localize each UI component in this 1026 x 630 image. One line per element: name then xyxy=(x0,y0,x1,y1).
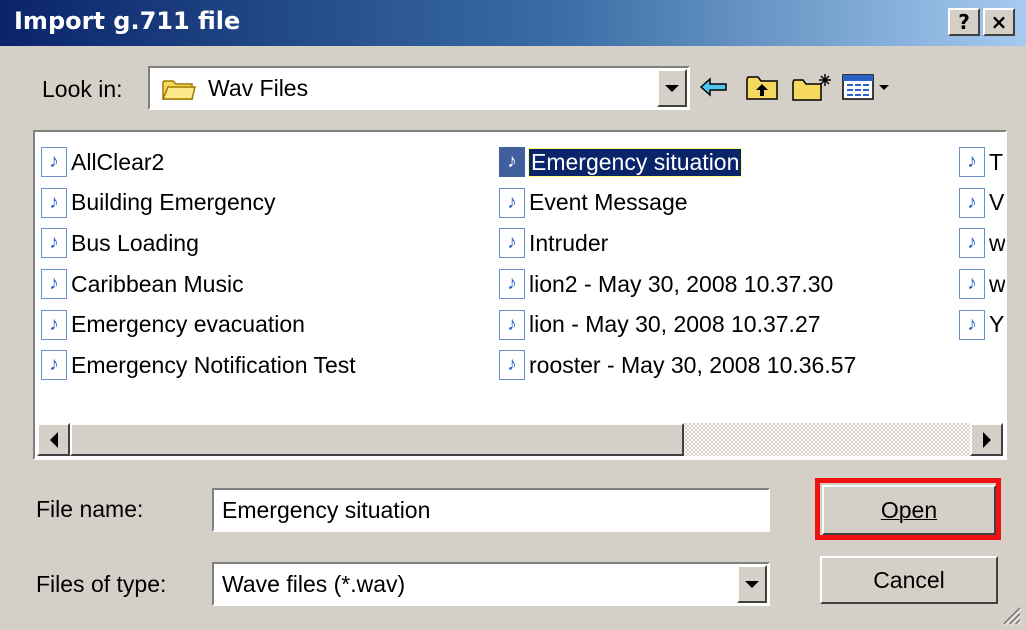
file-column-1: ♪ AllClear2 ♪ Building Emergency ♪ Bus Load… xyxy=(41,142,356,386)
close-button[interactable]: × xyxy=(983,8,1015,36)
back-button[interactable] xyxy=(694,70,734,104)
file-name: Emergency situation xyxy=(527,147,743,177)
files-of-type-dropdown[interactable]: Wave files (*.wav) xyxy=(212,562,770,606)
window-title: Import g.711 file xyxy=(14,7,241,35)
chevron-down-icon xyxy=(745,580,759,588)
scroll-left-button[interactable] xyxy=(37,423,70,456)
list-item[interactable]: ♪ Building Emergency xyxy=(41,183,356,224)
audio-file-icon: ♪ xyxy=(499,309,525,340)
new-folder-button[interactable] xyxy=(788,70,836,104)
open-button-highlight xyxy=(815,478,1001,540)
audio-file-icon: ♪ xyxy=(499,228,525,259)
look-in-value: Wav Files xyxy=(208,75,309,101)
audio-file-icon: ♪ xyxy=(41,350,67,381)
scroll-right-icon xyxy=(982,431,991,448)
file-name: Building Emergency xyxy=(71,189,276,216)
audio-file-icon: ♪ xyxy=(41,147,67,178)
file-name: rooster - May 30, 2008 10.36.57 xyxy=(529,351,857,378)
resize-grip-icon[interactable] xyxy=(1000,604,1022,626)
list-item[interactable]: ♪ Event Message xyxy=(499,183,856,224)
files-of-type-dropdown-button[interactable] xyxy=(737,565,767,603)
file-name: Y xyxy=(989,311,1005,338)
look-in-dropdown[interactable]: Wav Files xyxy=(148,66,690,110)
file-name: AllClear2 xyxy=(71,148,165,175)
list-item[interactable]: ♪ Y xyxy=(959,304,1005,345)
horizontal-scrollbar[interactable] xyxy=(37,423,1003,456)
audio-file-icon: ♪ xyxy=(41,228,67,259)
files-of-type-label: Files of type: xyxy=(36,571,167,597)
list-item[interactable]: ♪ Caribbean Music xyxy=(41,264,356,305)
audio-file-icon: ♪ xyxy=(959,187,985,218)
list-item[interactable]: ♪ AllClear2 xyxy=(41,142,356,183)
cancel-button-label: Cancel xyxy=(873,566,945,593)
help-icon: ? xyxy=(958,10,970,34)
list-item[interactable]: ♪ lion2 - May 30, 2008 10.37.30 xyxy=(499,264,856,305)
file-name: lion2 - May 30, 2008 10.37.30 xyxy=(529,270,834,297)
file-name-field[interactable]: Emergency situation xyxy=(212,488,770,532)
list-item[interactable]: ♪ Emergency evacuation xyxy=(41,304,356,345)
help-button[interactable]: ? xyxy=(948,8,980,36)
file-name: w xyxy=(989,229,1006,256)
file-name: Intruder xyxy=(529,229,609,256)
audio-file-icon: ♪ xyxy=(499,147,525,178)
scrollbar-thumb[interactable] xyxy=(70,423,684,456)
close-icon: × xyxy=(990,10,1008,34)
file-name: Bus Loading xyxy=(71,229,199,256)
list-item[interactable]: ♪ Intruder xyxy=(499,223,856,264)
audio-file-icon: ♪ xyxy=(959,147,985,178)
scroll-right-button[interactable] xyxy=(970,423,1003,456)
file-name: Emergency Notification Test xyxy=(71,351,356,378)
audio-file-icon: ♪ xyxy=(499,187,525,218)
files-of-type-value: Wave files (*.wav) xyxy=(222,571,406,597)
up-folder-icon xyxy=(746,76,778,100)
list-item[interactable]: ♪ V xyxy=(959,183,1005,224)
title-bar: Import g.711 file ? × xyxy=(0,0,1026,46)
cancel-button[interactable]: Cancel xyxy=(820,556,998,604)
back-arrow-icon xyxy=(699,77,727,97)
file-name: Caribbean Music xyxy=(71,270,244,297)
audio-file-icon: ♪ xyxy=(959,309,985,340)
new-folder-icon xyxy=(792,74,831,101)
file-name: Emergency evacuation xyxy=(71,311,305,338)
file-name: w xyxy=(989,270,1006,297)
list-item[interactable]: ♪ w xyxy=(959,264,1006,305)
list-item[interactable]: ♪ T xyxy=(959,142,1005,183)
audio-file-icon: ♪ xyxy=(499,269,525,300)
list-item[interactable]: ♪ lion - May 30, 2008 10.37.27 xyxy=(499,304,856,345)
audio-file-icon: ♪ xyxy=(499,350,525,381)
list-item[interactable]: ♪ rooster - May 30, 2008 10.36.57 xyxy=(499,345,856,386)
list-item[interactable]: ♪ w xyxy=(959,223,1006,264)
file-name: Event Message xyxy=(529,189,688,216)
chevron-down-icon xyxy=(665,84,679,92)
view-menu-icon xyxy=(842,74,889,100)
list-item[interactable]: ♪ Emergency Notification Test xyxy=(41,345,356,386)
file-column-3: ♪ T ♪ V ♪ w ♪ w ♪ Y xyxy=(959,142,1006,345)
scroll-left-icon xyxy=(49,431,58,448)
view-menu-button[interactable] xyxy=(840,70,896,104)
file-name: lion - May 30, 2008 10.37.27 xyxy=(529,311,821,338)
look-in-dropdown-button[interactable] xyxy=(657,69,687,107)
audio-file-icon: ♪ xyxy=(959,228,985,259)
up-one-level-button[interactable] xyxy=(742,70,782,104)
file-name-value: Emergency situation xyxy=(222,497,431,523)
file-name: V xyxy=(989,189,1005,216)
audio-file-icon: ♪ xyxy=(959,269,985,300)
folder-icon xyxy=(161,77,196,106)
audio-file-icon: ♪ xyxy=(41,187,67,218)
look-in-label: Look in: xyxy=(42,76,123,102)
file-column-2: ♪ Emergency situation ♪ Event Message ♪ Int… xyxy=(499,142,856,386)
file-name: T xyxy=(989,148,1004,175)
list-item[interactable]: ♪ Bus Loading xyxy=(41,223,356,264)
audio-file-icon: ♪ xyxy=(41,269,67,300)
file-list[interactable]: ♪ AllClear2 ♪ Building Emergency ♪ Bus Load… xyxy=(33,130,1007,460)
list-item-selected[interactable]: ♪ Emergency situation xyxy=(499,142,856,183)
audio-file-icon: ♪ xyxy=(41,309,67,340)
file-name-label: File name: xyxy=(36,496,144,522)
